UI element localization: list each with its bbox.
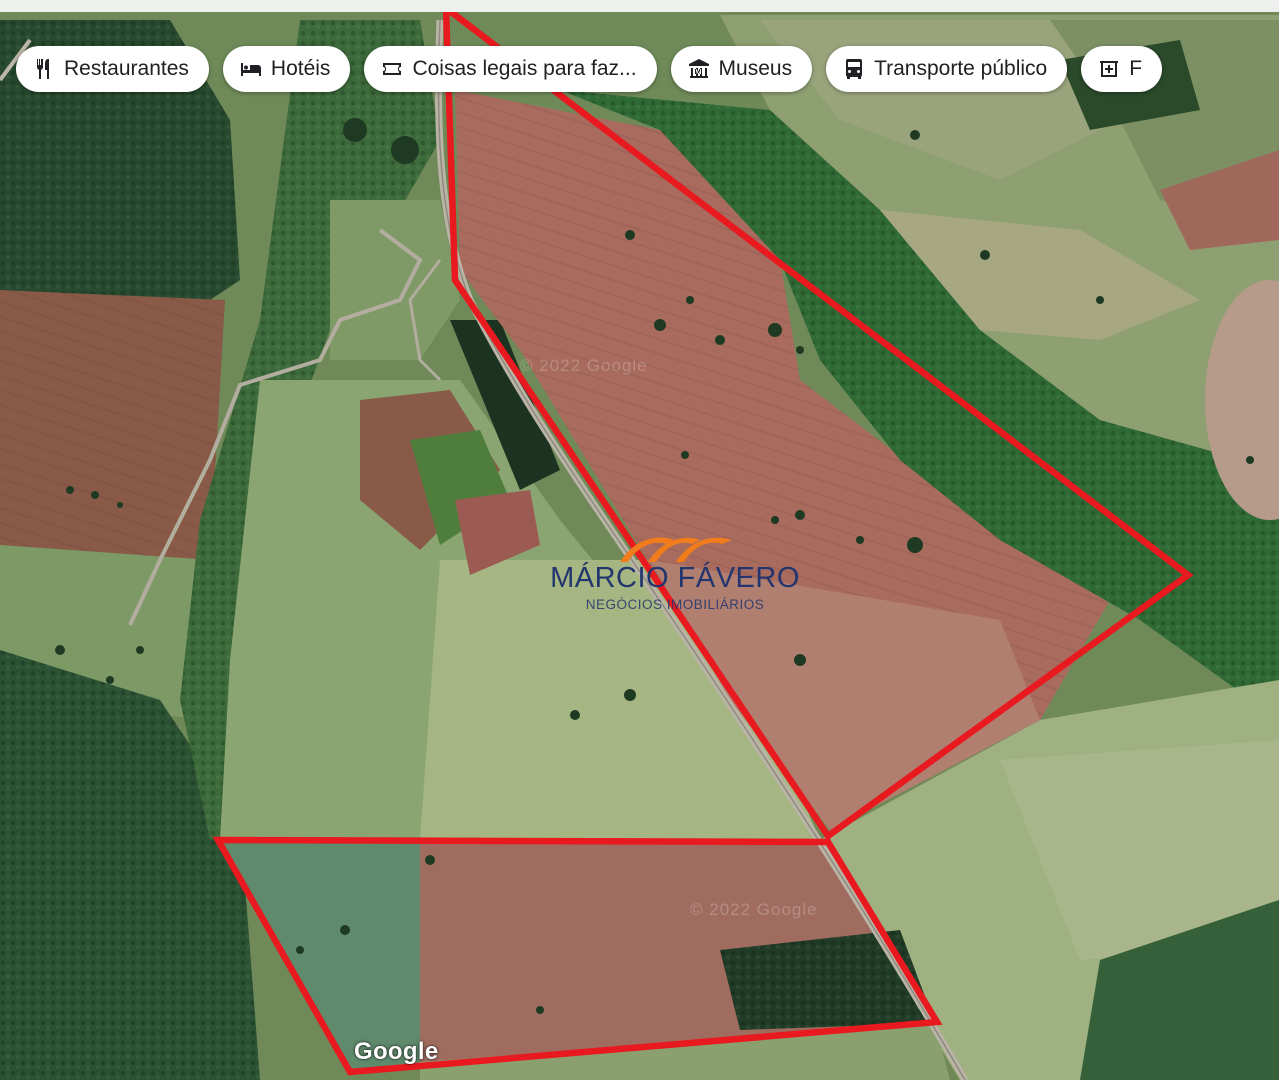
chip-restaurants[interactable]: Restaurantes [16,46,209,92]
chip-public-transport[interactable]: Transporte público [826,46,1068,92]
satellite-map[interactable]: © 2022 Google © 2022 Google Restaurantes… [0,0,1279,1080]
chip-pharmacy[interactable]: F [1081,46,1163,92]
google-attribution-logo: Google [354,1038,439,1065]
chip-label: Coisas legais para faz... [412,57,637,80]
map-copyright-faint: © 2022 Google [690,900,818,919]
map-copyright-faint: © 2022 Google [520,356,648,375]
watermark-subtitle: NEGÓCIOS IMOBILIÁRIOS [585,597,765,612]
restaurant-icon [32,57,56,81]
hotel-bed-icon [239,57,263,81]
category-chip-bar: Restaurantes Hotéis Coisas legais para f… [16,46,1163,94]
pharmacy-icon [1097,57,1121,81]
ticket-icon [380,57,404,81]
watermark-logo-arcs [620,537,732,562]
chip-label: Museus [718,57,793,80]
watermark-name: MÁRCIO FÁVERO [550,562,800,594]
chip-label: F [1129,57,1143,80]
top-status-strip [0,0,1279,12]
chip-hotels[interactable]: Hotéis [222,46,351,92]
chip-label: Hotéis [270,57,331,80]
chip-label: Transporte público [874,57,1048,80]
chip-museums[interactable]: Museus [670,46,813,92]
chip-label: Restaurantes [64,57,189,80]
chip-things-to-do[interactable]: Coisas legais para faz... [364,46,657,92]
bus-icon [842,57,866,81]
realtor-watermark: MÁRCIO FÁVERO NEGÓCIOS IMOBILIÁRIOS [540,532,810,612]
museum-icon [687,57,711,81]
